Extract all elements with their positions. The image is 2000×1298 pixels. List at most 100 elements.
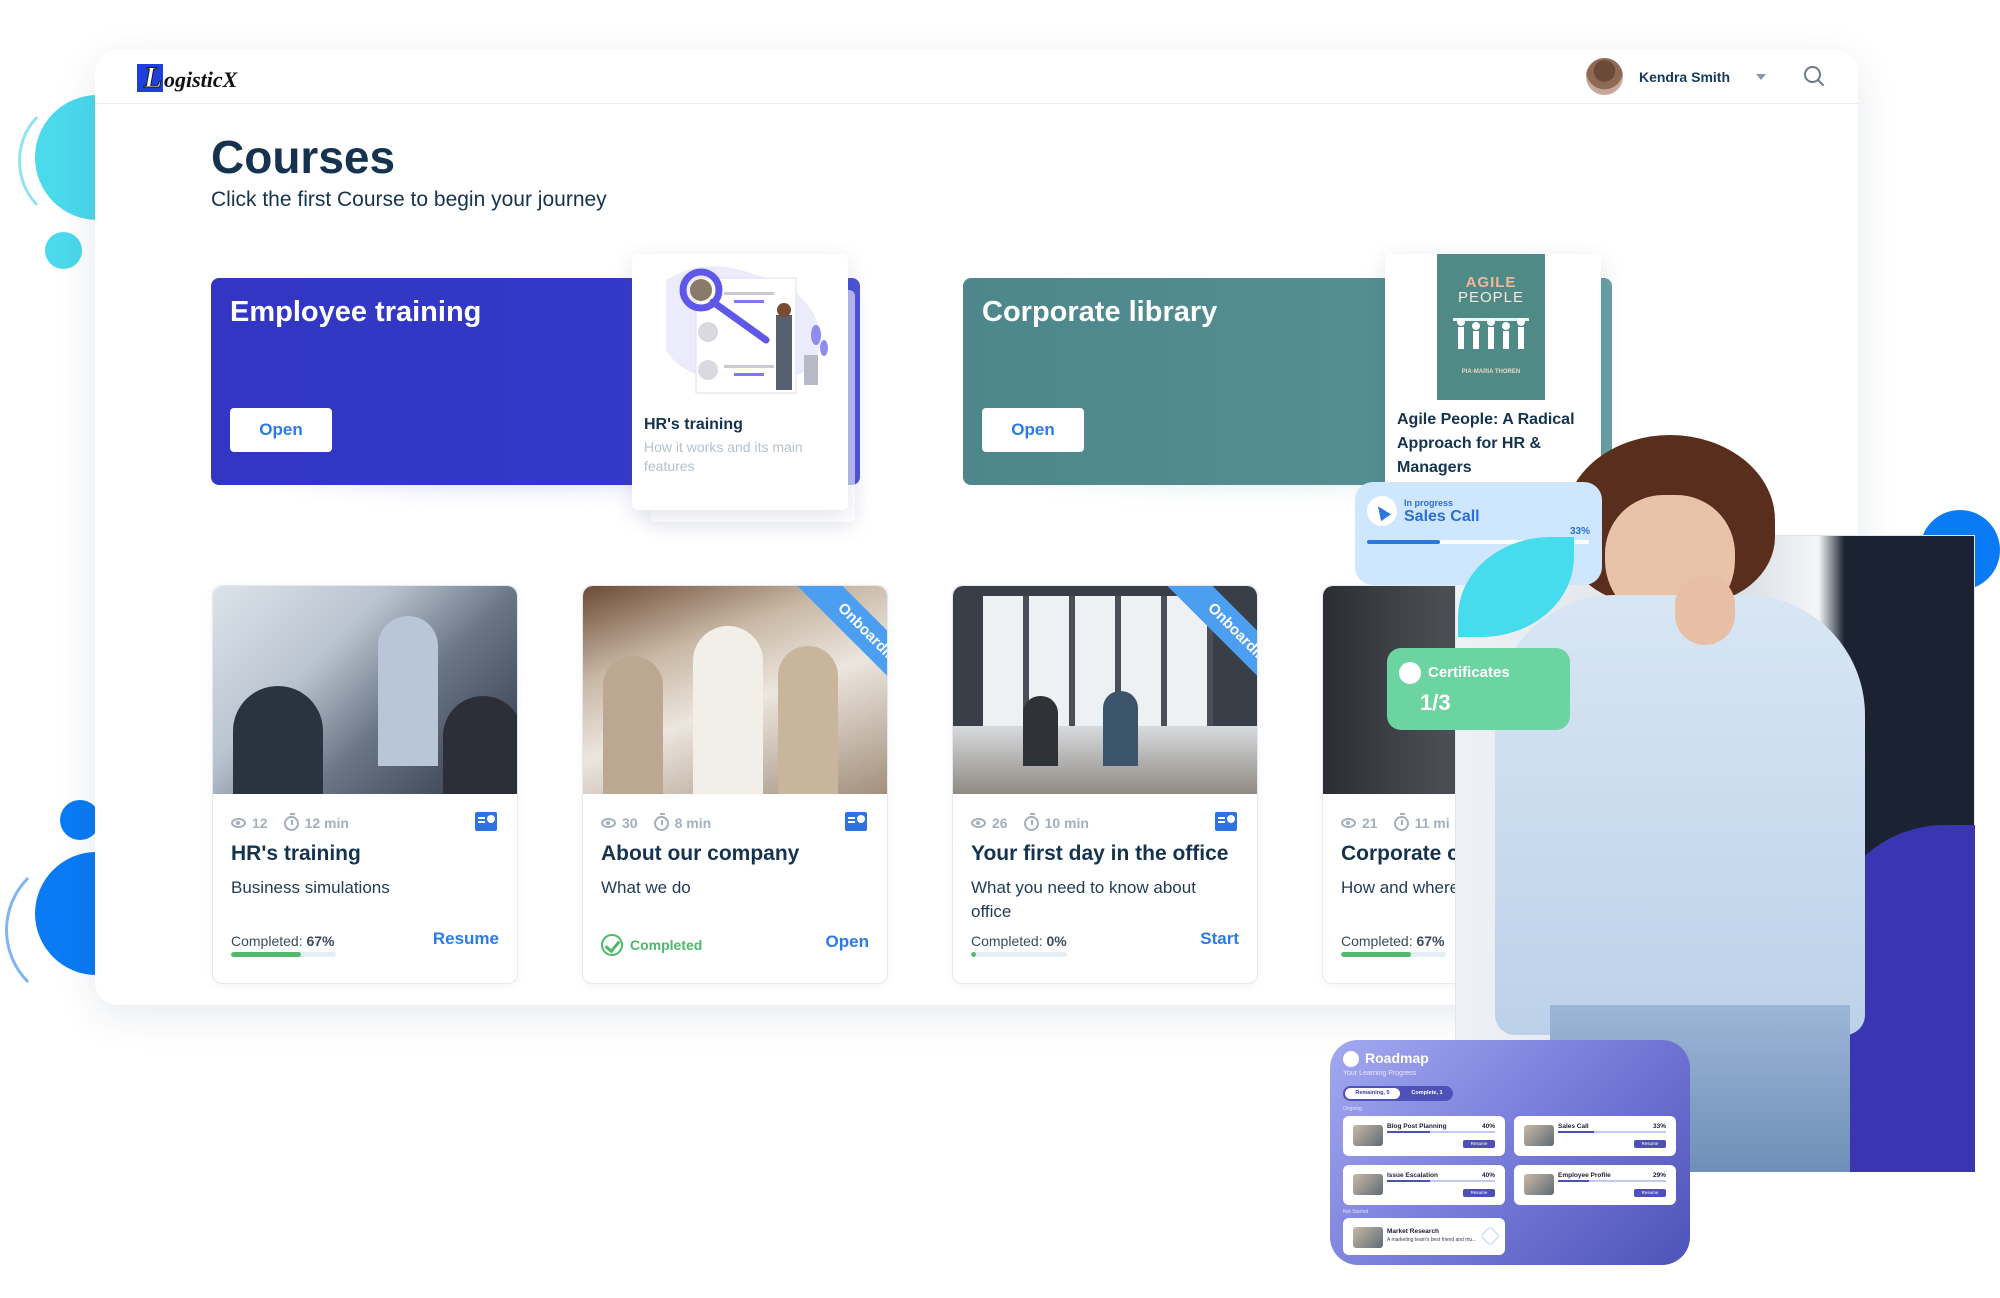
course-card[interactable]: 12 12 min HR's training Business simulat… — [212, 585, 518, 984]
item-progress-bar — [1558, 1180, 1666, 1182]
roadmap-item[interactable]: Issue Escalation 40% Resume — [1343, 1165, 1505, 1205]
item-progress-fill — [1558, 1180, 1590, 1182]
certificates-value: 1/3 — [1420, 690, 1451, 715]
top-bar: L ogisticX Kendra Smith — [95, 50, 1858, 104]
roadmap-subtitle: Your Learning Progress — [1343, 1070, 1417, 1077]
course-title: About our company — [601, 842, 800, 865]
progress-fill — [1341, 952, 1412, 957]
item-progress-fill — [1387, 1180, 1431, 1182]
certificate-icon — [1399, 662, 1421, 684]
user-name[interactable]: Kendra Smith — [1639, 69, 1730, 85]
roadmap-item-not-started[interactable]: Market Research A marketing team's best … — [1343, 1218, 1505, 1255]
person-hand — [1675, 575, 1735, 645]
roadmap-title: Roadmap — [1365, 1050, 1429, 1066]
course-subtitle: Business simulations — [231, 878, 390, 897]
banner-title: Corporate library — [982, 296, 1218, 328]
course-card[interactable]: Onboarding 30 8 min About our company Wh… — [582, 585, 888, 984]
start-button[interactable]: Start — [1200, 929, 1239, 949]
item-percent: 40% — [1481, 1172, 1495, 1179]
item-progress-fill — [1387, 1131, 1431, 1133]
avatar[interactable] — [1585, 58, 1623, 95]
chevron-down-icon[interactable] — [1756, 73, 1766, 80]
item-progress-bar — [1558, 1131, 1666, 1133]
duration: 11 mi — [1414, 815, 1450, 831]
item-percent: 29% — [1652, 1172, 1666, 1179]
tab-complete[interactable]: Complete, 1 — [1403, 1088, 1451, 1099]
duration: 12 min — [304, 815, 349, 831]
person-figure — [233, 686, 323, 794]
user-menu[interactable]: Kendra Smith — [1585, 58, 1826, 95]
open-button[interactable]: Open — [826, 932, 869, 952]
resume-button[interactable]: Resume — [1463, 1140, 1495, 1148]
certificate-icon — [1215, 812, 1237, 831]
timer-icon — [1023, 812, 1039, 831]
certificates-chip[interactable]: Certificates 1/3 — [1387, 648, 1570, 730]
roadmap-item[interactable]: Blog Post Planning 40% Resume — [1343, 1116, 1505, 1156]
roadmap-item[interactable]: Employee Profile 29% Resume — [1514, 1165, 1676, 1205]
item-title: Blog Post Planning — [1387, 1123, 1447, 1130]
chip-status: In progress — [1404, 498, 1454, 508]
open-employee-training-button[interactable]: Open — [230, 408, 332, 452]
open-corporate-library-button[interactable]: Open — [982, 408, 1084, 452]
chip-title: Sales Call — [1404, 508, 1480, 525]
item-title: Sales Call — [1558, 1123, 1589, 1130]
progress-fill — [231, 952, 302, 957]
onboarding-ribbon: Onboarding — [1135, 586, 1257, 708]
item-thumbnail — [1353, 1174, 1383, 1195]
course-subtitle: What we do — [601, 878, 691, 897]
section-not-started: Not Started — [1343, 1209, 1369, 1215]
person-figure — [1023, 696, 1058, 766]
duration: 10 min — [1044, 815, 1089, 831]
agile-people-book-card[interactable]: AGILE PEOPLE PIA-MARIA THOREN Agile Peop… — [1385, 254, 1601, 494]
resume-button[interactable]: Resume — [1634, 1189, 1666, 1197]
eye-icon — [231, 818, 246, 828]
timer-icon — [1393, 812, 1409, 831]
eye-icon — [971, 818, 986, 828]
progress-label: Completed: 67% — [231, 933, 335, 949]
item-progress-bar — [1387, 1131, 1495, 1133]
roadmap-item[interactable]: Sales Call 33% Resume — [1514, 1116, 1676, 1156]
resume-button[interactable]: Resume — [1463, 1189, 1495, 1197]
person-figure — [1103, 691, 1138, 766]
logo-mark: L — [137, 62, 163, 93]
page-title: Courses — [211, 131, 396, 183]
hr-training-preview-card[interactable]: HR's training How it works and its main … — [632, 254, 848, 510]
roadmap-tabs: Remaining, 5 Complete, 1 — [1343, 1086, 1453, 1101]
search-icon[interactable] — [1804, 65, 1826, 88]
roadmap-widget[interactable]: Roadmap Your Learning Progress Remaining… — [1330, 1040, 1690, 1265]
item-thumbnail — [1353, 1125, 1383, 1146]
person-figure — [443, 696, 517, 794]
tab-remaining[interactable]: Remaining, 5 — [1345, 1088, 1400, 1099]
decor-circle-blue-small-1 — [60, 800, 100, 840]
chip-percent: 33% — [1570, 526, 1591, 537]
resume-button[interactable]: Resume — [433, 929, 499, 949]
section-ongoing: Ongoing — [1343, 1106, 1362, 1112]
resume-button[interactable]: Resume — [1634, 1140, 1666, 1148]
popup-title: HR's training — [644, 416, 743, 433]
course-meta: 30 8 min — [601, 812, 711, 831]
person-figure — [378, 616, 438, 766]
item-subtitle: A marketing team's best friend and mu... — [1387, 1237, 1477, 1243]
course-title: Your first day in the office — [971, 842, 1229, 865]
decor-circle-cyan-small — [45, 232, 82, 269]
page-subtitle: Click the first Course to begin your jou… — [211, 188, 607, 211]
course-card[interactable]: Onboarding 26 10 min Your first day in t… — [952, 585, 1258, 984]
item-percent: 33% — [1652, 1123, 1666, 1130]
course-meta: 26 10 min — [971, 812, 1089, 831]
popup-subtitle: How it works and its main features — [644, 439, 803, 474]
logo[interactable]: L ogisticX — [137, 62, 237, 93]
item-title: Employee Profile — [1558, 1172, 1611, 1179]
progress-bar — [1341, 952, 1446, 957]
certificates-label: Certificates — [1428, 664, 1510, 681]
progress-label: Completed: 0% — [971, 933, 1067, 949]
item-progress-bar — [1387, 1180, 1495, 1182]
timer-icon — [653, 812, 669, 831]
arrow-right-icon[interactable] — [1480, 1226, 1500, 1246]
progress-bar — [971, 952, 1067, 957]
certificate-icon — [845, 812, 867, 831]
book-cover: AGILE PEOPLE PIA-MARIA THOREN — [1437, 254, 1545, 400]
people-graphic — [1453, 318, 1529, 349]
certificate-icon — [475, 812, 497, 831]
roadmap-icon — [1343, 1051, 1359, 1067]
item-thumbnail — [1353, 1227, 1383, 1248]
